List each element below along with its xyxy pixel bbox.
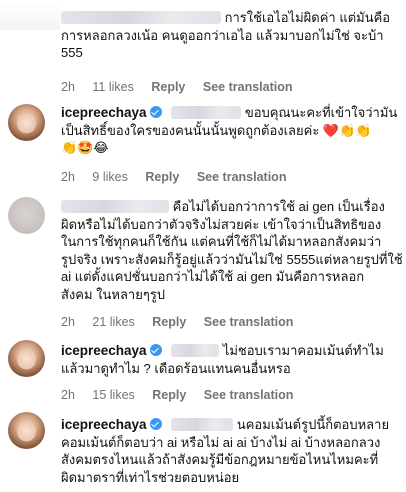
comment-text-line: ai แต่ดั้งแคปชั่นบอกว่าไม่ได้ใช้ ai gen …: [61, 269, 365, 284]
username[interactable]: icepreechaya: [61, 343, 147, 358]
comment-text-line: แล้วมาดูทำไม ? เดือดร้อนแทนคนอื่นหรอ: [61, 360, 291, 376]
like-count[interactable]: 15 likes: [92, 388, 134, 402]
username[interactable]: icepreechaya: [61, 417, 147, 432]
comment-header: icepreechaya ไม่ชอบเรามาคอมเม้นต์ทำไม: [61, 343, 384, 358]
like-count[interactable]: 9 likes: [92, 170, 127, 184]
comment-text-line: ผิดมาตราที่เท่าไรช่วยตอบหน่อย: [61, 469, 240, 485]
redacted-username: [61, 200, 169, 213]
avatar[interactable]: [8, 412, 45, 449]
redacted-avatar: [0, 0, 60, 30]
username[interactable]: icepreechaya: [61, 105, 147, 120]
comment-header: icepreechaya นคอมเม้นต์รูปนี้ก็ตอบหลาย: [61, 417, 390, 432]
see-translation-link[interactable]: See translation: [204, 388, 294, 402]
reply-button[interactable]: Reply: [151, 80, 185, 94]
verified-badge-icon: [149, 106, 162, 118]
comment-text-line: 555: [61, 45, 83, 60]
see-translation-link[interactable]: See translation: [197, 170, 287, 184]
comment-header: คือไม่ได้บอกว่าการใช้ ai gen เป็นเรื่อง: [61, 198, 388, 216]
avatar[interactable]: [8, 104, 45, 141]
comment-text-line: สังคมตรงไหนแล้วถ้าสังคมรู้มีข้อกฎหมายข้อ…: [61, 452, 379, 467]
avatar[interactable]: [8, 197, 45, 234]
comment-text-line: เป็นสิทธิ์ของใครของคนนั้นนั้นพูดถูกต้องเ…: [61, 122, 372, 138]
timestamp: 2h: [61, 80, 75, 94]
reply-button[interactable]: Reply: [152, 315, 186, 329]
comment-text-line: ผิดหรือไม่ได้บอกว่าตัวจริงไม่สวยค่ะ เข้า…: [61, 216, 382, 232]
timestamp: 2h: [61, 170, 75, 184]
avatar[interactable]: [8, 340, 45, 377]
comment-text-line: ในการใช้ทุกคนก็ใช้กัน แต่คนที่ใช้ก็ไม่ได…: [61, 234, 382, 249]
redacted-mention: [171, 418, 234, 431]
redacted-mention: [171, 344, 220, 357]
comment-text-line: รูปจริง เพราะสังคมก็รู้อยู่แล้วว่ามันไม่…: [61, 251, 403, 267]
verified-badge-icon: [149, 418, 162, 430]
timestamp: 2h: [61, 388, 75, 402]
comment-text-line: การหลอกลวงเน้อ คนดูออกว่าเอไอ แล้วมาบอกไ…: [61, 27, 384, 43]
see-translation-link[interactable]: See translation: [204, 315, 294, 329]
reply-button[interactable]: Reply: [145, 170, 179, 184]
verified-badge-icon: [149, 344, 162, 356]
comment-text-line: การใช้เอไอไม่ผิดค่า แต่มันคือ: [61, 9, 390, 27]
see-translation-link[interactable]: See translation: [203, 80, 293, 94]
comment-text-line: คอมเม้นต์ก็ตอบว่า ai หรือไม่ ai ai บ้างไ…: [61, 434, 381, 450]
comment-text-line: สังคม ในหลายๆรูป: [61, 286, 166, 302]
reply-button[interactable]: Reply: [152, 388, 186, 402]
redacted-text: [61, 11, 221, 24]
redacted-mention: [171, 106, 242, 119]
timestamp: 2h: [61, 315, 75, 329]
comment-header: icepreechaya ขอบคุณนะคะที่เข้าใจว่ามัน: [61, 105, 398, 120]
like-count[interactable]: 21 likes: [92, 315, 134, 329]
like-count[interactable]: 11 likes: [92, 80, 133, 94]
comment-text-line: 👏🤩😂: [61, 140, 109, 155]
